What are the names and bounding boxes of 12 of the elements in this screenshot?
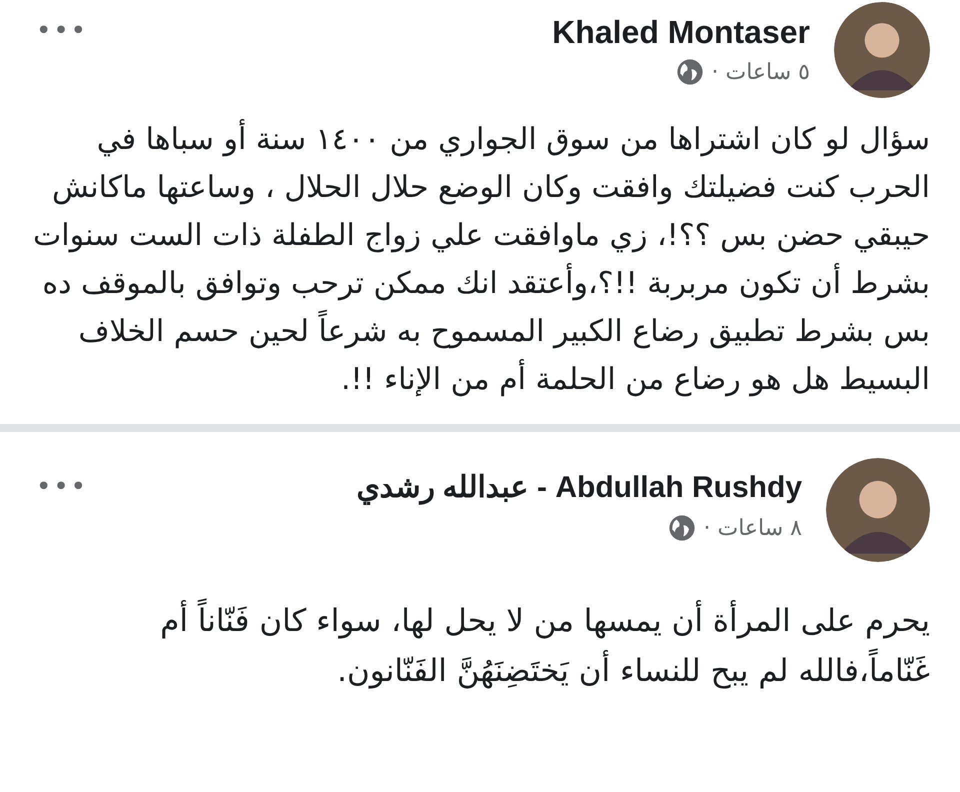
avatar-icon[interactable] [826, 458, 930, 562]
more-options-button[interactable]: ••• [26, 16, 98, 46]
more-options-button[interactable]: ••• [26, 472, 98, 502]
post-time[interactable]: ٨ ساعات · [704, 516, 802, 540]
post-time[interactable]: ٥ ساعات · [712, 60, 810, 84]
globe-icon [668, 514, 696, 542]
author-name[interactable]: Khaled Montaser [552, 12, 810, 52]
post-text: يحرم على المرأة أن يمسها من لا يحل لها، سواء كان فَنّاناً أم غَنّاماً،فالله لم يبح للنساء أن يَختَضِنَهُنَّ الفَنّانون. [26, 596, 930, 696]
author-name[interactable]: عبدالله رشدي - Abdullah Rushdy [356, 468, 802, 508]
avatar-icon[interactable] [834, 2, 930, 98]
globe-icon [676, 58, 704, 86]
post-text: سؤال لو كان اشتراها من سوق الجواري من ١٤٠٠ سنة أو سباها في الحرب كنت فضيلتك وافقت وكان الوضع حلال الحلال ، وساعتها ماكانش حيبقي حضن بس ؟؟!، زي ماوافقت علي زواج الطفلة ذات الست سنوات بشرط أن تكون مربربة !!؟،وأعتقد انك ممكن ترحب وتوافق بالموقف ده بس بشرط تطبيق رضاع الكبير المسموح به شرعاً لحين حسم الخلاف البسيط هل هو رضاع من الحلمة أم من الإناء !!. [26, 116, 930, 404]
